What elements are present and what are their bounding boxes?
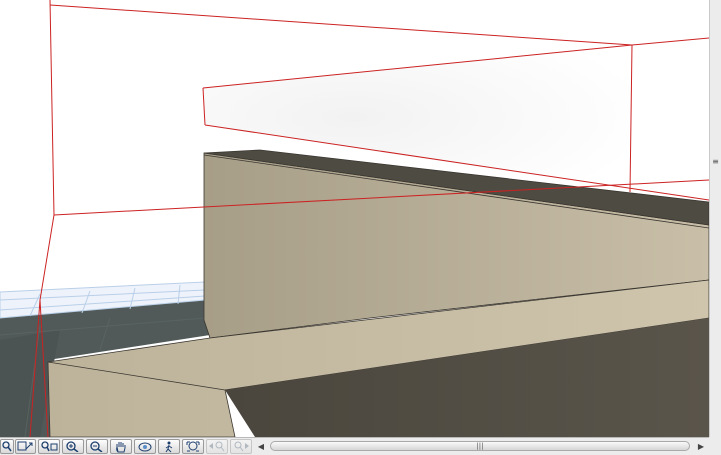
zoom-window-icon bbox=[41, 441, 58, 452]
orbit-icon bbox=[138, 442, 152, 452]
scroll-right-arrow[interactable]: ▶ bbox=[695, 440, 707, 453]
3d-viewport[interactable] bbox=[0, 0, 709, 437]
horizontal-scroll-track[interactable]: ||| bbox=[268, 441, 695, 452]
zoom-back-icon bbox=[209, 441, 225, 452]
navigation-toolbar: ◀ ||| ▶ bbox=[0, 437, 721, 455]
scroll-left-arrow[interactable]: ◀ bbox=[255, 440, 267, 453]
walk-icon bbox=[165, 441, 173, 453]
horizontal-scrollbar[interactable]: ◀ ||| ▶ bbox=[255, 440, 708, 453]
hand-icon bbox=[116, 442, 126, 453]
zoom-next-button[interactable] bbox=[230, 439, 252, 454]
zoom-previous-button[interactable] bbox=[206, 439, 228, 454]
fit-icon bbox=[186, 441, 200, 452]
vertical-scrollbar[interactable]: ≡ bbox=[709, 0, 721, 437]
horizontal-scroll-thumb[interactable]: ||| bbox=[270, 441, 690, 451]
zoom-in-icon bbox=[66, 441, 79, 452]
fit-in-window-button[interactable] bbox=[182, 439, 204, 454]
zoom-extents-button[interactable] bbox=[0, 439, 14, 454]
zoom-in-button[interactable] bbox=[62, 439, 84, 454]
vertical-scroll-thumb[interactable]: ≡ bbox=[711, 150, 720, 174]
zoom-window-button[interactable] bbox=[38, 439, 60, 454]
pan-button[interactable] bbox=[110, 439, 132, 454]
3d-scene[interactable] bbox=[0, 0, 709, 437]
zoom-out-button[interactable] bbox=[86, 439, 108, 454]
scrollbar-corner bbox=[709, 437, 721, 455]
orbit-button[interactable] bbox=[134, 439, 156, 454]
zoom-forward-icon bbox=[234, 441, 249, 452]
previous-view-icon bbox=[17, 441, 33, 451]
walk-button[interactable] bbox=[158, 439, 180, 454]
previous-view-button[interactable] bbox=[15, 439, 36, 454]
zoom-out-icon bbox=[90, 441, 103, 452]
zoom-extents-icon bbox=[2, 441, 12, 452]
